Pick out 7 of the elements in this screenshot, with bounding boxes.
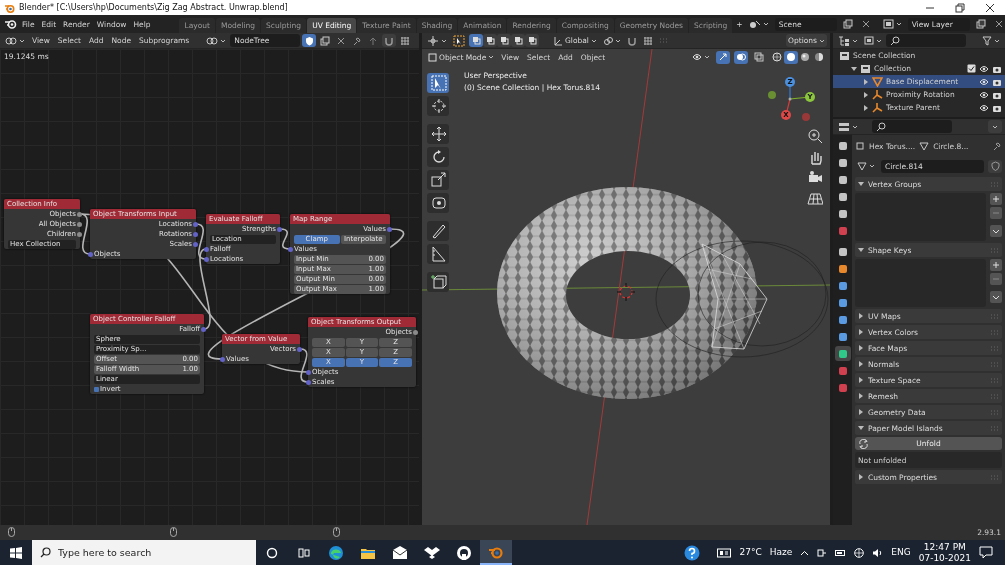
weather-label[interactable]: Haze <box>769 547 793 558</box>
window-title: Blender* [C:\Users\hp\Documents\Zig Zag Abstract. Unwrap.blend] <box>19 2 288 13</box>
clock-time[interactable]: 12:47 PM <box>923 541 966 553</box>
temperature-label[interactable]: 27°C <box>739 547 762 558</box>
search-field[interactable]: Type here to search <box>32 540 256 565</box>
language-label[interactable]: ENG <box>891 547 911 558</box>
clock-date[interactable]: 07-10-2021 <box>918 552 971 564</box>
